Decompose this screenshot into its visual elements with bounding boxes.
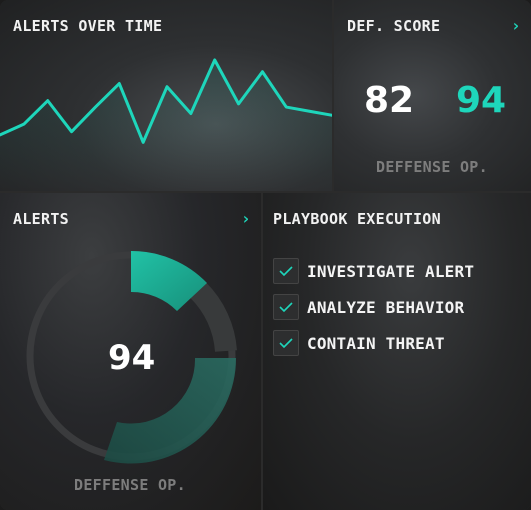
- alerts-line-area: [0, 59, 332, 191]
- def-score-card[interactable]: DEF. SCORE › 82 94 DEFFENSE OP.: [334, 0, 531, 191]
- alerts-donut-value: 94: [108, 338, 156, 378]
- alerts-line-chart: [0, 58, 332, 191]
- alerts-caption: DEFFENSE OP.: [74, 476, 186, 494]
- playbook-item-label: ANALYZE BEHAVIOR: [307, 297, 465, 317]
- checkbox[interactable]: [273, 330, 299, 356]
- checkbox[interactable]: [273, 258, 299, 284]
- chevron-right-icon[interactable]: ›: [511, 16, 521, 35]
- dashboard: ALERTS OVER TIME DEF. SCORE › 82 94 DEFF…: [0, 0, 531, 510]
- check-icon: [279, 266, 293, 277]
- alerts-over-time-card: ALERTS OVER TIME: [0, 0, 332, 191]
- check-icon: [279, 302, 293, 313]
- def-score-title: DEF. SCORE: [347, 17, 441, 35]
- def-score-value: 82: [364, 80, 415, 121]
- playbook-item[interactable]: ANALYZE BEHAVIOR: [273, 293, 464, 321]
- playbook-item-label: INVESTIGATE ALERT: [307, 261, 475, 281]
- playbook-item-label: CONTAIN THREAT: [307, 333, 445, 353]
- playbook-item[interactable]: CONTAIN THREAT: [273, 329, 445, 357]
- playbook-title: PLAYBOOK EXECUTION: [273, 210, 441, 228]
- playbook-item[interactable]: INVESTIGATE ALERT: [273, 257, 474, 285]
- checkbox[interactable]: [273, 294, 299, 320]
- def-score-target-value: 94: [456, 80, 507, 121]
- def-score-caption: DEFFENSE OP.: [376, 158, 488, 176]
- check-icon: [279, 338, 293, 349]
- donut-inner-arc: [190, 282, 237, 353]
